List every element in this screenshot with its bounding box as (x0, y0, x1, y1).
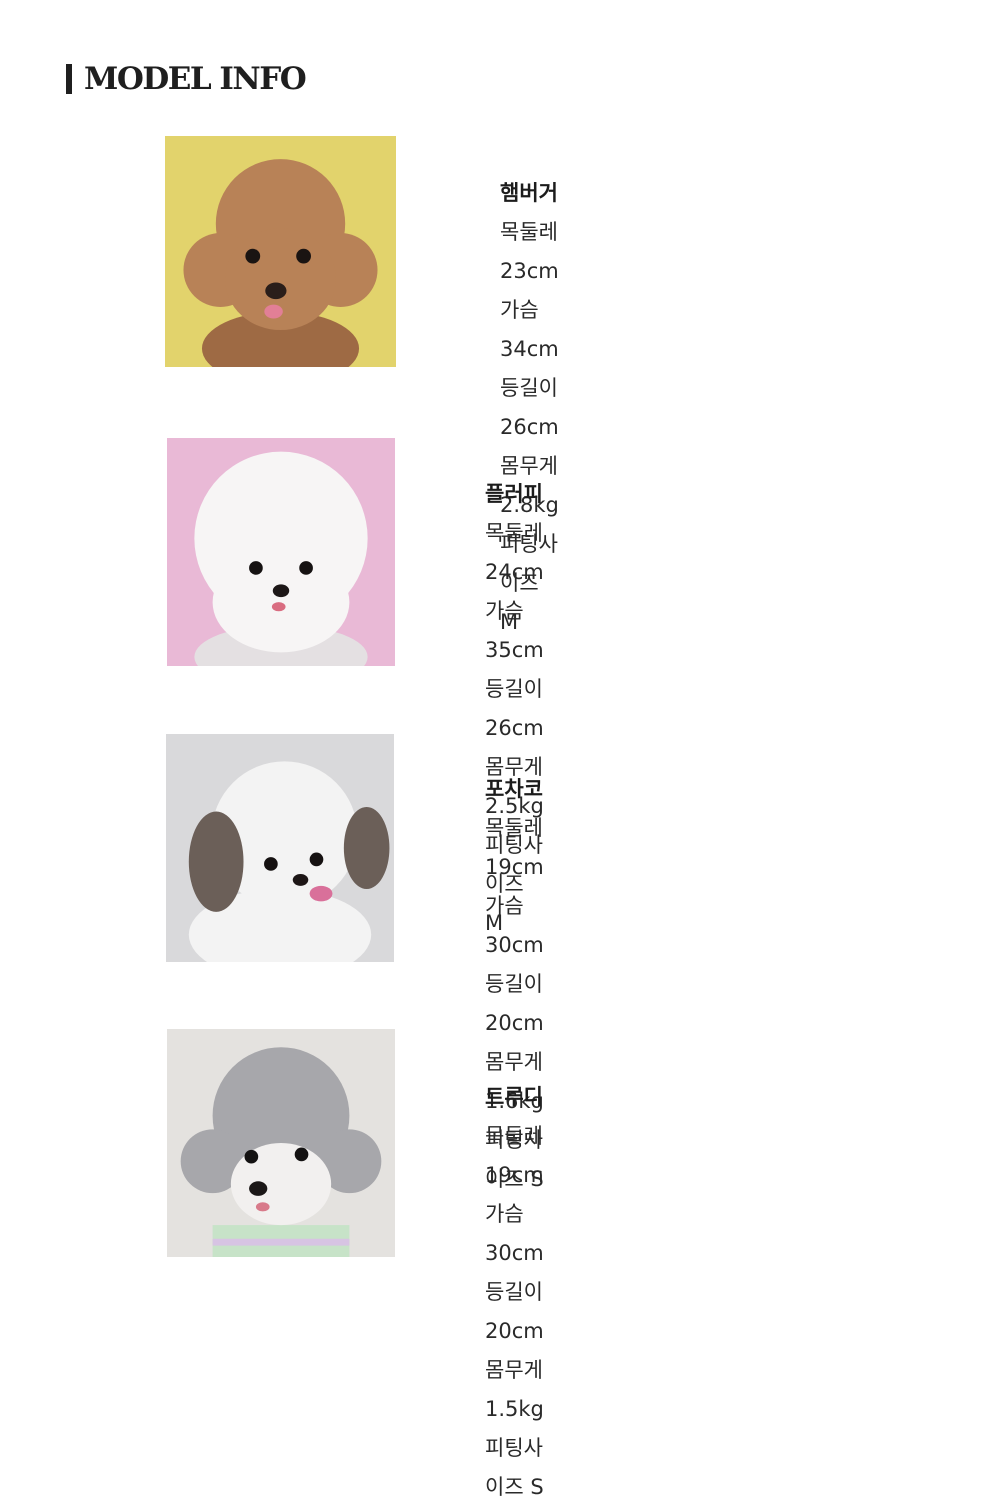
model-photo (165, 136, 396, 367)
model-weight: 몸무게 1.5kg (485, 1358, 544, 1421)
model-measurements: 목둘레 24cm 가슴 35cm 등길이 26cm (485, 521, 544, 740)
model-name: 트루디 (485, 1085, 543, 1109)
header-accent-bar (66, 64, 72, 94)
section-header: MODEL INFO (66, 61, 307, 97)
model-measurements: 목둘레 19cm 가슴 30cm 등길이 20cm (485, 816, 544, 1035)
model-name: 플러피 (485, 482, 543, 506)
section-title: MODEL INFO (84, 61, 307, 97)
model-photo (167, 1029, 395, 1257)
model-measurements: 목둘레 23cm 가슴 34cm 등길이 26cm (500, 220, 559, 439)
model-name: 햄버거 (500, 181, 558, 205)
model-info: 트루디 목둘레 19cm 가슴 30cm 등길이 20cm 몸무게 1.5kg … (485, 1078, 544, 1507)
model-fit-size: 피팅사이즈 S (485, 1436, 544, 1499)
model-photo (166, 734, 394, 962)
model-measurements: 목둘레 19cm 가슴 30cm 등길이 20cm (485, 1124, 544, 1343)
model-name: 포차코 (485, 777, 543, 801)
model-photo (167, 438, 395, 666)
